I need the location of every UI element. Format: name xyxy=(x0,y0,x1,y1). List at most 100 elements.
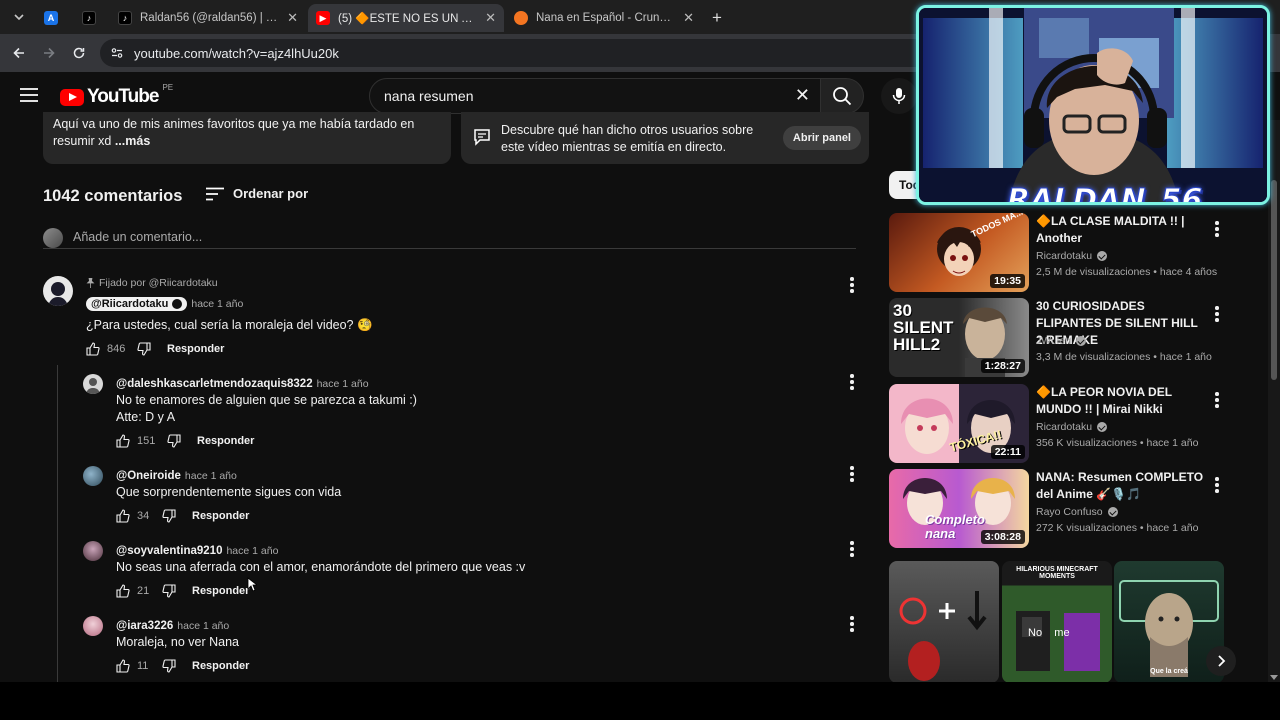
tab-crunchyroll[interactable]: Nana en Español - Crunchyroll ✕ xyxy=(506,4,702,32)
comment-author[interactable]: @iara3226 xyxy=(116,620,173,632)
video-thumbnail[interactable]: 30 SILENT HILL2 1:28:27 xyxy=(889,298,1029,377)
arrow-right-icon xyxy=(44,47,55,59)
sort-comments-button[interactable]: Ordenar por xyxy=(206,186,308,201)
video-meta: 356 K visualizaciones • hace 1 año xyxy=(1036,437,1199,449)
reply-button[interactable]: Responder xyxy=(192,660,249,672)
add-comment-field[interactable]: Añade un comentario... xyxy=(43,227,856,249)
back-button[interactable] xyxy=(4,38,34,68)
reply-button[interactable]: Responder xyxy=(192,585,249,597)
scrollbar-thumb[interactable] xyxy=(1271,180,1277,380)
tab-title: Raldan56 (@raldan56) | TikTok xyxy=(140,12,279,24)
clear-search-icon[interactable]: ✕ xyxy=(795,85,810,106)
page-scrollbar[interactable] xyxy=(1268,120,1280,682)
comment-time[interactable]: hace 1 año xyxy=(317,378,369,390)
like-icon[interactable] xyxy=(116,434,130,448)
comment-actions: 34 Responder xyxy=(116,509,249,523)
shorts-next-button[interactable] xyxy=(1206,646,1236,676)
avatar[interactable] xyxy=(83,616,103,636)
video-channel[interactable]: Ricardotaku xyxy=(1036,421,1108,433)
avatar[interactable] xyxy=(83,466,103,486)
comment-actions: 151 Responder xyxy=(116,434,254,448)
sort-icon xyxy=(206,187,224,200)
close-icon[interactable]: ✕ xyxy=(287,10,298,26)
youtube-logo[interactable]: YouTube PE xyxy=(60,83,173,108)
menu-button[interactable] xyxy=(20,88,38,107)
video-title[interactable]: 🔶LA CLASE MALDITA !! | Another xyxy=(1036,213,1206,247)
search-input[interactable]: nana resumen ✕ xyxy=(369,78,821,114)
video-title[interactable]: 🔶LA PEOR NOVIA DEL MUNDO !! | Mirai Nikk… xyxy=(1036,384,1206,418)
video-menu-icon[interactable] xyxy=(1215,477,1221,495)
video-thumbnail[interactable]: TÓXICA!! 22:11 xyxy=(889,384,1029,463)
reload-button[interactable] xyxy=(64,38,94,68)
comment-menu-icon[interactable] xyxy=(850,541,856,559)
video-description[interactable]: Aquí va uno de mis animes favoritos que … xyxy=(43,112,451,164)
voice-search-button[interactable] xyxy=(881,78,917,114)
recommended-video[interactable]: TODOS MA... 19:35 🔶LA CLASE MALDITA !! |… xyxy=(889,213,1224,293)
recommended-video[interactable]: Completo nana 3:08:28 NANA: Resumen COMP… xyxy=(889,469,1224,549)
video-meta: 2,5 M de visualizaciones • hace 4 años xyxy=(1036,266,1218,278)
comment-text: No te enamores de alguien que se parezca… xyxy=(116,393,417,407)
reply-button[interactable]: Responder xyxy=(167,343,224,355)
new-tab-button[interactable]: + xyxy=(704,4,730,32)
short-video[interactable] xyxy=(889,561,999,683)
video-menu-icon[interactable] xyxy=(1215,306,1221,324)
site-info-icon[interactable] xyxy=(110,46,124,60)
search-button[interactable] xyxy=(820,78,864,114)
dislike-icon[interactable] xyxy=(167,434,181,448)
description-more-link[interactable]: ...más xyxy=(115,134,150,148)
dislike-icon[interactable] xyxy=(162,509,176,523)
comment-time[interactable]: hace 1 año xyxy=(191,298,243,310)
comment-menu-icon[interactable] xyxy=(850,277,856,295)
comment-author[interactable]: @soyvalentina9210 xyxy=(116,545,222,557)
tab-youtube-active[interactable]: ▶ (5) 🔶ESTE NO ES UN ANIME D ✕ xyxy=(308,4,504,32)
dislike-icon[interactable] xyxy=(162,584,176,598)
comment-time[interactable]: hace 1 año xyxy=(177,620,229,632)
tab-search-button[interactable] xyxy=(4,2,34,32)
tab-tiktok[interactable]: ♪ Raldan56 (@raldan56) | TikTok ✕ xyxy=(110,4,306,32)
video-menu-icon[interactable] xyxy=(1215,221,1221,239)
open-panel-button[interactable]: Abrir panel xyxy=(782,126,861,150)
comment-author[interactable]: @Oneiroide xyxy=(116,470,181,482)
address-bar[interactable]: youtube.com/watch?v=ajz4lhUu20k xyxy=(100,39,930,67)
video-channel[interactable]: Rayo Confuso xyxy=(1036,506,1118,518)
recommended-video[interactable]: TÓXICA!! 22:11 🔶LA PEOR NOVIA DEL MUNDO … xyxy=(889,384,1224,464)
video-duration: 3:08:28 xyxy=(980,530,1025,544)
comment-time[interactable]: hace 1 año xyxy=(185,470,237,482)
like-icon[interactable] xyxy=(116,659,130,673)
verified-icon xyxy=(1075,336,1086,346)
comment-author[interactable]: @daleshkascarletmendozaquis8322 xyxy=(116,378,313,390)
video-menu-icon[interactable] xyxy=(1215,392,1221,410)
comment-actions: 21 Responder xyxy=(116,584,249,598)
like-icon[interactable] xyxy=(116,584,130,598)
video-channel[interactable]: JWulen xyxy=(1036,335,1086,347)
video-meta: 3,3 M de visualizaciones • hace 1 año xyxy=(1036,351,1212,363)
comment-author-chip[interactable]: @Riicardotaku xyxy=(86,297,188,311)
avatar[interactable] xyxy=(83,541,103,561)
video-thumbnail[interactable]: TODOS MA... 19:35 xyxy=(889,213,1029,292)
recommended-video[interactable]: 30 SILENT HILL2 1:28:27 30 CURIOSIDADES … xyxy=(889,298,1224,378)
video-thumbnail[interactable]: Completo nana 3:08:28 xyxy=(889,469,1029,548)
reply-button[interactable]: Responder xyxy=(197,435,254,447)
like-icon[interactable] xyxy=(116,509,130,523)
dislike-icon[interactable] xyxy=(162,659,176,673)
comment-menu-icon[interactable] xyxy=(850,616,856,634)
short-video[interactable]: HILARIOUS MINECRAFT MOMENTS No me xyxy=(1002,561,1112,683)
forward-button[interactable] xyxy=(34,38,64,68)
close-icon[interactable]: ✕ xyxy=(683,10,694,26)
reply-button[interactable]: Responder xyxy=(192,510,249,522)
avatar[interactable] xyxy=(83,374,103,394)
like-icon[interactable] xyxy=(86,342,100,356)
tab-drive[interactable]: A xyxy=(36,4,66,32)
tab-tiktok-pinned[interactable]: ♪ xyxy=(74,4,104,32)
avatar[interactable] xyxy=(43,276,73,306)
comment-menu-icon[interactable] xyxy=(850,374,856,392)
dislike-icon[interactable] xyxy=(137,342,151,356)
short-caption: No me xyxy=(1028,627,1070,639)
reload-icon xyxy=(73,47,85,59)
close-icon[interactable]: ✕ xyxy=(485,10,496,26)
video-title[interactable]: NANA: Resumen COMPLETO del Anime 🎸🎙️🎵 xyxy=(1036,469,1206,503)
comment-menu-icon[interactable] xyxy=(850,466,856,484)
comment-time[interactable]: hace 1 año xyxy=(226,545,278,557)
scroll-down-arrow-icon[interactable] xyxy=(1270,675,1278,680)
video-channel[interactable]: Ricardotaku xyxy=(1036,250,1108,262)
